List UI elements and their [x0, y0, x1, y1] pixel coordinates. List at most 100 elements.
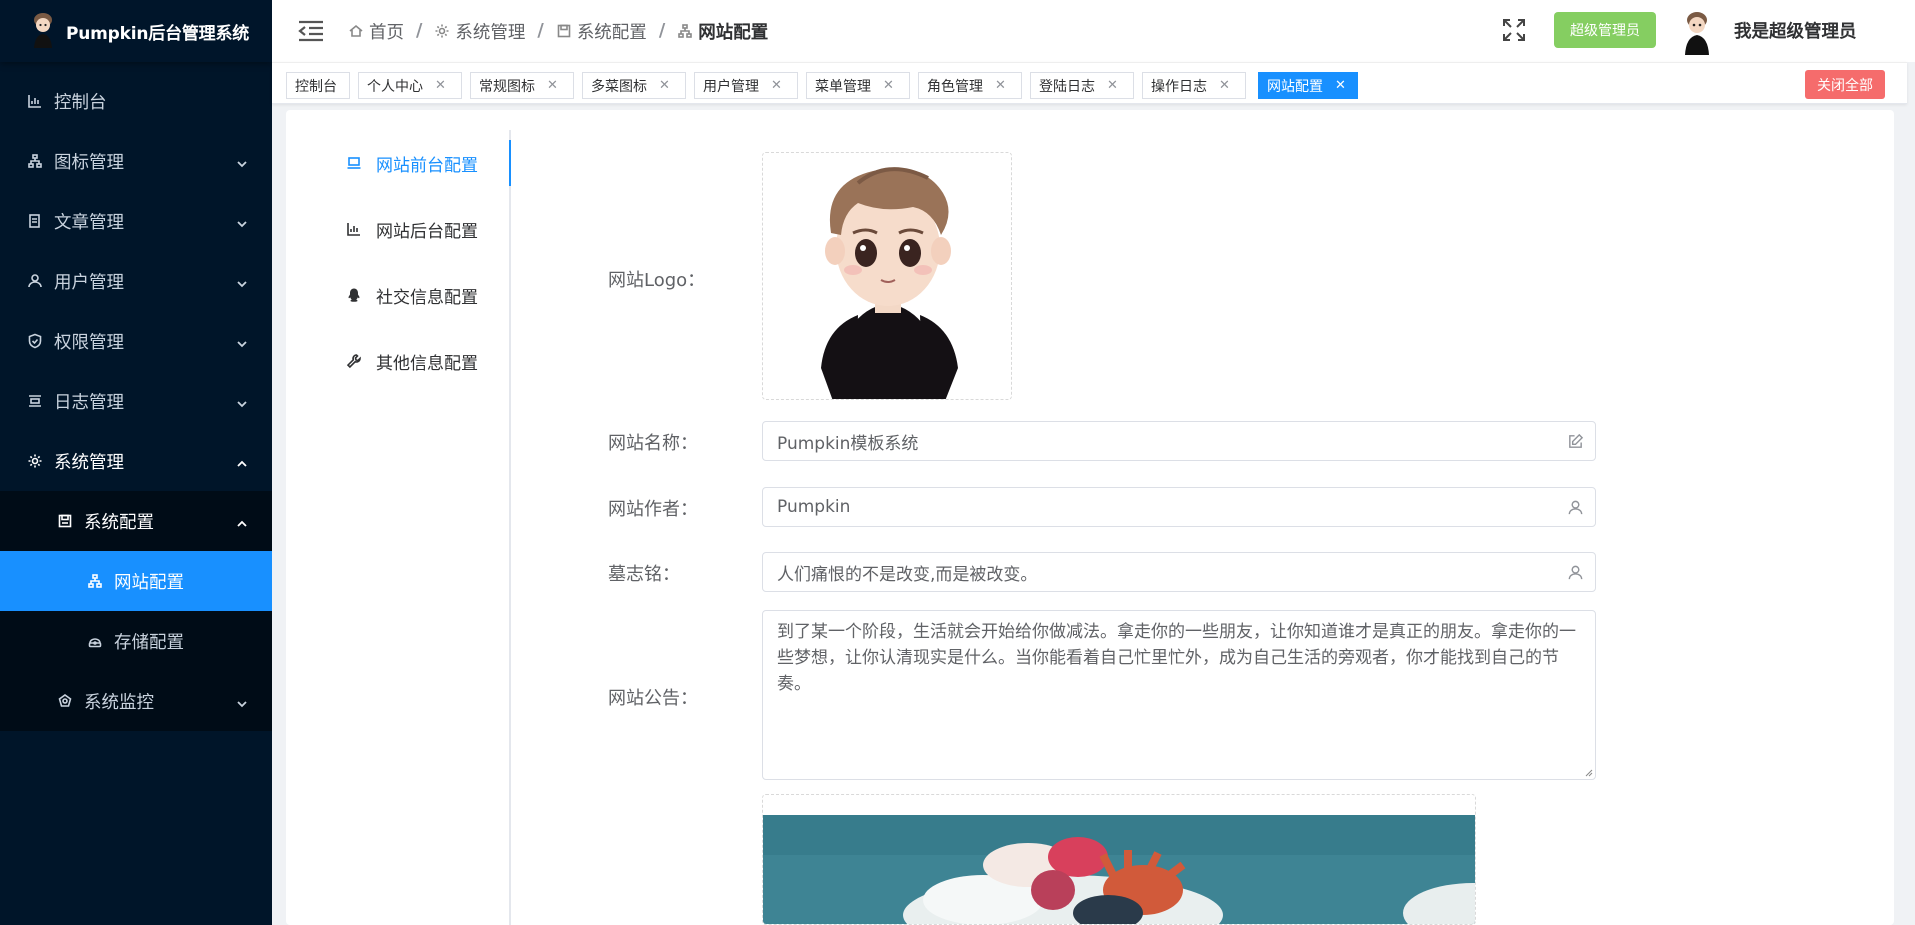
bar-chart-icon: [26, 92, 44, 110]
tab-dashboard[interactable]: 控制台: [286, 72, 350, 99]
sidebar-item-articles[interactable]: 文章管理: [0, 191, 272, 251]
sidebar-item-storage-config[interactable]: 存储配置: [0, 611, 272, 671]
close-icon[interactable]: ✕: [547, 78, 558, 93]
close-icon[interactable]: ✕: [995, 78, 1006, 93]
tab-label: 菜单管理: [815, 78, 871, 95]
chevron-down-icon: [236, 155, 248, 168]
breadcrumb-label: 首页: [369, 22, 404, 43]
gear-icon: [26, 452, 44, 470]
close-icon[interactable]: ✕: [771, 78, 782, 93]
submenu-system-config: 网站配置 存储配置: [0, 551, 272, 671]
sidebar-menu: 控制台 图标管理 文章管理 用户管理 权限管理 日志管理 系统管理 系统配置 网…: [0, 71, 272, 731]
role-badge[interactable]: 超级管理员: [1554, 12, 1656, 48]
chevron-down-icon: [236, 695, 248, 708]
save-icon: [557, 24, 571, 38]
edit-icon: [1567, 433, 1585, 451]
tab-role-management[interactable]: 角色管理 ✕: [918, 72, 1022, 99]
logo-uploader[interactable]: [762, 152, 1012, 400]
tab-label: 常规图标: [479, 78, 535, 95]
breadcrumb-home[interactable]: 首页: [348, 19, 404, 44]
logo-label: 网站Logo：: [608, 270, 706, 291]
breadcrumb-website-config: 网站配置: [677, 19, 768, 44]
sidebar-item-system-monitor[interactable]: 系统监控: [0, 671, 272, 731]
sidebar-item-system[interactable]: 系统管理: [0, 431, 272, 491]
resize-handle-icon[interactable]: [1583, 767, 1593, 777]
motto-input[interactable]: 人们痛恨的不是改变,而是被改变。: [762, 552, 1596, 592]
tab-user-management[interactable]: 用户管理 ✕: [694, 72, 798, 99]
tab-label: 操作日志: [1151, 78, 1207, 95]
tab-label: 多菜图标: [591, 78, 647, 95]
breadcrumb-label: 网站配置: [698, 22, 769, 43]
tab-label: 用户管理: [703, 78, 759, 95]
sitemap-icon: [678, 24, 693, 38]
sidebar-item-dashboard[interactable]: 控制台: [0, 71, 272, 131]
chevron-down-icon: [236, 215, 248, 228]
chevron-down-icon: [236, 395, 248, 408]
sidebar: Pumpkin后台管理系统 控制台 图标管理 文章管理 用户管理 权限管理 日志…: [0, 0, 272, 925]
user-icon: [1567, 564, 1585, 582]
close-icon[interactable]: ✕: [1335, 78, 1346, 93]
sidebar-item-label: 系统管理: [54, 452, 124, 473]
user-icon: [1567, 499, 1585, 517]
tab-label: 角色管理: [927, 78, 983, 95]
close-icon[interactable]: ✕: [883, 78, 894, 93]
tab-label: 登陆日志: [1039, 78, 1095, 95]
close-icon[interactable]: ✕: [1107, 78, 1118, 93]
sidebar-item-users[interactable]: 用户管理: [0, 251, 272, 311]
close-icon[interactable]: ✕: [435, 78, 446, 93]
log-icon: [26, 392, 44, 410]
document-icon: [26, 212, 44, 230]
tabs-bar: 控制台 个人中心 ✕ 常规图标 ✕ 多菜图标 ✕ 用户管理 ✕ 菜单管理 ✕ 角色管理 ✕ …: [272, 62, 1907, 104]
breadcrumb-label: 系统配置: [576, 22, 647, 43]
tab-website-config[interactable]: 网站配置 ✕: [1258, 72, 1358, 99]
sitemap-icon: [86, 572, 104, 590]
notice-value: 到了某一个阶段，生活就会开始给你做减法。拿走你的一些朋友，让你知道谁才是真正的朋…: [777, 622, 1576, 694]
collapse-menu-icon[interactable]: [296, 18, 326, 44]
close-icon[interactable]: ✕: [1219, 78, 1230, 93]
tab-login-log[interactable]: 登陆日志 ✕: [1030, 72, 1134, 99]
motto-value: 人们痛恨的不是改变,而是被改变。: [777, 564, 1038, 585]
tab-label: 个人中心: [367, 78, 423, 95]
name-label: 网站名称：: [608, 433, 698, 454]
sidebar-item-icons[interactable]: 图标管理: [0, 131, 272, 191]
sidebar-item-permissions[interactable]: 权限管理: [0, 311, 272, 371]
site-author-input[interactable]: Pumpkin: [762, 487, 1596, 527]
tab-multi-icons[interactable]: 多菜图标 ✕: [582, 72, 686, 99]
sidebar-item-website-config[interactable]: 网站配置: [0, 551, 272, 611]
sidebar-item-label: 图标管理: [54, 152, 124, 173]
notice-textarea[interactable]: 到了某一个阶段，生活就会开始给你做减法。拿走你的一些朋友，让你知道谁才是真正的朋…: [762, 610, 1596, 780]
sitemap-icon: [26, 152, 44, 170]
tab-regular-icons[interactable]: 常规图标 ✕: [470, 72, 574, 99]
tab-operation-log[interactable]: 操作日志 ✕: [1142, 72, 1246, 99]
sidebar-item-label: 控制台: [54, 92, 107, 113]
breadcrumb-label: 系统管理: [455, 22, 526, 43]
site-name-input[interactable]: Pumpkin模板系统: [762, 421, 1596, 461]
main-content: 网站前台配置 网站后台配置 社交信息配置 其他信息配置 网站Logo： 网站名称…: [286, 110, 1894, 925]
avatar[interactable]: [1680, 8, 1714, 56]
monitor-icon: [56, 692, 74, 710]
sidebar-item-system-config[interactable]: 系统配置: [0, 491, 272, 551]
close-icon[interactable]: ✕: [659, 78, 670, 93]
sidebar-item-label: 网站配置: [114, 572, 184, 593]
sidebar-item-label: 存储配置: [114, 632, 184, 653]
breadcrumb-system-config[interactable]: 系统配置: [556, 19, 647, 44]
breadcrumb-separator: /: [416, 21, 423, 41]
sidebar-item-logs[interactable]: 日志管理: [0, 371, 272, 431]
breadcrumb-separator: /: [658, 21, 666, 41]
sidebar-item-label: 日志管理: [54, 392, 124, 413]
fullscreen-icon[interactable]: [1501, 17, 1527, 43]
user-name[interactable]: 我是超级管理员: [1734, 18, 1857, 43]
banner-uploader[interactable]: [762, 794, 1476, 925]
chevron-down-icon: [236, 275, 248, 288]
close-all-button[interactable]: 关闭全部: [1805, 70, 1885, 99]
brand[interactable]: Pumpkin后台管理系统: [0, 0, 272, 62]
storage-icon: [86, 632, 104, 650]
shield-icon: [26, 332, 44, 350]
submenu-system: 系统配置 网站配置 存储配置 系统监控: [0, 491, 272, 731]
tab-menu-management[interactable]: 菜单管理 ✕: [806, 72, 910, 99]
breadcrumb: 首页 / 系统管理 / 系统配置 / 网站配置: [348, 19, 768, 44]
author-label: 网站作者：: [608, 499, 698, 520]
tab-profile[interactable]: 个人中心 ✕: [358, 72, 462, 99]
tab-label: 网站配置: [1267, 78, 1323, 95]
breadcrumb-system[interactable]: 系统管理: [434, 19, 525, 44]
